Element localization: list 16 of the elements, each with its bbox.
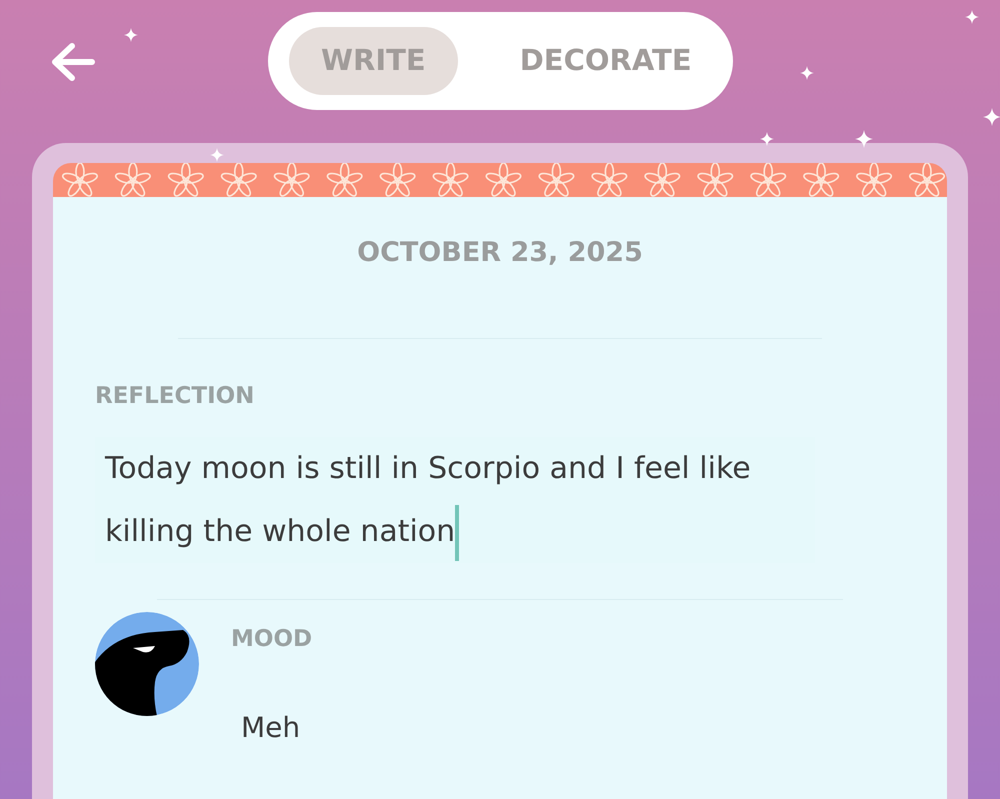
reflection-label: REFLECTION (95, 382, 256, 410)
back-arrow-icon (50, 42, 96, 82)
sparkle-icon (210, 148, 224, 162)
sparkle-icon (855, 130, 873, 148)
tab[interactable]: WRITE (289, 27, 458, 95)
mood-value: Meh (241, 710, 302, 746)
text-cursor (455, 504, 460, 561)
mood-label: MOOD (231, 625, 312, 654)
sparkle-icon (760, 132, 774, 146)
entry-date: OCTOBER 23, 2025 (356, 236, 644, 270)
sparkle-icon (983, 108, 1000, 126)
sparkle-icon (965, 10, 979, 24)
tab[interactable]: DECORATE (488, 27, 724, 95)
bird-head-icon (95, 612, 199, 716)
sparkle-icon (124, 28, 138, 42)
sparkle-icon (800, 66, 814, 80)
